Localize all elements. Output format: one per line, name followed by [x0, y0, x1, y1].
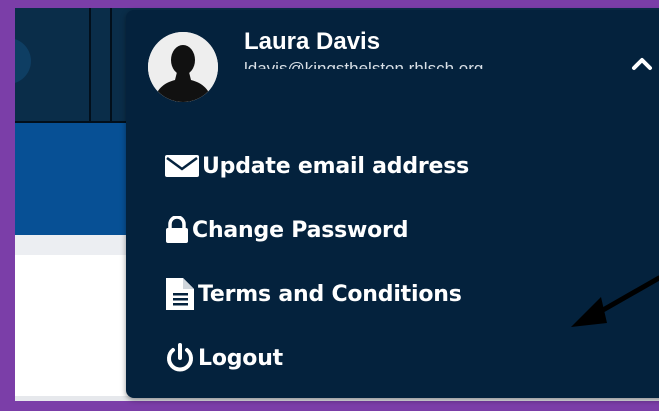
- lock-icon: [164, 216, 190, 244]
- envelope-icon: [164, 154, 200, 178]
- collapse-chevron-up-icon[interactable]: [628, 54, 656, 74]
- menu-item-logout[interactable]: Logout: [164, 341, 283, 375]
- header-divider: [89, 8, 91, 123]
- header-divider: [110, 8, 112, 123]
- menu-item-terms[interactable]: Terms and Conditions: [164, 277, 462, 311]
- user-menu-dropdown: Laura Davis ldavis@kingsthelston.rhlsch.…: [126, 10, 659, 398]
- menu-item-label: Change Password: [192, 217, 409, 243]
- power-icon: [164, 342, 196, 374]
- avatar[interactable]: [148, 32, 218, 102]
- user-email-container: ldavis@kingsthelston.rhlsch.org: [244, 60, 579, 69]
- menu-item-change-password[interactable]: Change Password: [164, 213, 408, 247]
- header-button[interactable]: [15, 38, 31, 84]
- menu-item-label: Terms and Conditions: [198, 281, 462, 307]
- user-email: ldavis@kingsthelston.rhlsch.org: [244, 60, 579, 69]
- menu-item-label: Logout: [198, 345, 283, 371]
- document-icon: [164, 276, 196, 312]
- user-name: Laura Davis: [244, 28, 381, 55]
- menu-item-label: Update email address: [202, 153, 470, 179]
- user-silhouette-icon: [148, 32, 218, 102]
- menu-item-update-email[interactable]: Update email address: [164, 149, 469, 183]
